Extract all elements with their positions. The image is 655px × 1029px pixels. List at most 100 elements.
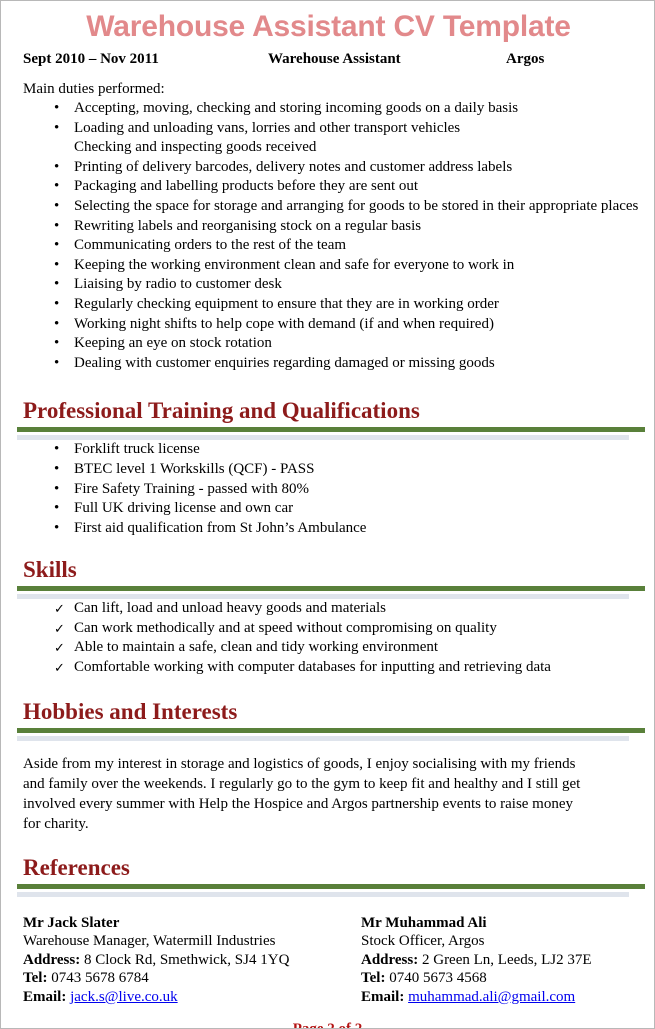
reference-entry: Mr Jack Slater Warehouse Manager, Waterm…	[23, 914, 361, 1007]
divider-grey-rule	[17, 891, 629, 897]
bullet-dot-icon	[54, 275, 59, 295]
bullet-dot-icon	[54, 460, 59, 480]
page-content: Warehouse Assistant CV Template Sept 201…	[1, 10, 654, 1028]
email-label: Email:	[361, 988, 405, 1005]
reference-role: Stock Officer, Argos	[361, 933, 485, 950]
bullet-dot-icon	[54, 480, 59, 500]
list-item: Packaging and labelling products before …	[23, 177, 642, 197]
cv-page: Warehouse Assistant CV Template Sept 201…	[0, 0, 655, 1029]
checkmark-icon	[54, 658, 65, 679]
list-item-text: Packaging and labelling products before …	[74, 178, 419, 195]
list-item-text: Able to maintain a safe, clean and tidy …	[74, 639, 439, 656]
list-item-text: Full UK driving license and own car	[74, 500, 294, 517]
bullet-dot-icon	[54, 119, 59, 139]
hobbies-paragraph: Aside from my interest in storage and lo…	[23, 755, 581, 832]
checkmark-icon	[54, 599, 65, 620]
reference-email-link[interactable]: muhammad.ali@gmail.com	[408, 989, 575, 1005]
list-item: Accepting, moving, checking and storing …	[23, 99, 642, 119]
section-professional-training: Professional Training and Qualifications…	[17, 397, 645, 538]
bullet-dot-icon	[54, 158, 59, 178]
experience-header-row: Sept 2010 – Nov 2011 Warehouse Assistant…	[23, 50, 642, 69]
list-item: Dealing with customer enquiries regardin…	[23, 354, 642, 374]
section-skills: Skills Can lift, load and unload heavy g…	[17, 556, 645, 677]
section-heading: Skills	[23, 557, 77, 583]
bullet-dot-icon	[54, 236, 59, 256]
list-item-text: Keeping the working environment clean an…	[74, 256, 515, 273]
bullet-dot-icon	[54, 197, 59, 217]
list-item: Keeping the working environment clean an…	[23, 256, 642, 276]
references-grid: Mr Jack Slater Warehouse Manager, Waterm…	[23, 914, 642, 1007]
list-item: Working night shifts to help cope with d…	[23, 315, 642, 335]
list-item: Liaising by radio to customer desk	[23, 275, 642, 295]
list-item-text: Can lift, load and unload heavy goods an…	[74, 600, 387, 617]
list-item: Can work methodically and at speed witho…	[23, 619, 642, 639]
page-footer: Page 2 of 2	[23, 1020, 642, 1028]
list-item: Communicating orders to the rest of the …	[23, 236, 642, 256]
checkmark-icon	[54, 638, 65, 659]
list-item: Full UK driving license and own car	[23, 499, 642, 519]
list-item: First aid qualification from St John’s A…	[23, 519, 642, 539]
list-item-text: Selecting the space for storage and arra…	[74, 197, 639, 214]
list-item-text: Accepting, moving, checking and storing …	[74, 100, 519, 116]
list-item: Rewriting labels and reorganising stock …	[23, 217, 642, 237]
list-item-text: Liaising by radio to customer desk	[74, 276, 282, 293]
bullet-dot-icon	[54, 295, 59, 315]
tel-label: Tel:	[23, 970, 48, 987]
list-item-text: Can work methodically and at speed witho…	[74, 619, 497, 636]
address-label: Address:	[23, 951, 81, 968]
reference-name: Mr Muhammad Ali	[361, 914, 487, 931]
list-item-text: Fire Safety Training - passed with 80%	[74, 480, 309, 497]
section-heading: References	[23, 854, 130, 880]
list-item: Loading and unloading vans, lorries and …	[23, 119, 642, 158]
list-item: BTEC level 1 Workskills (QCF) - PASS	[23, 460, 642, 480]
list-item-text: Printing of delivery barcodes, delivery …	[74, 158, 513, 175]
bullet-dot-icon	[54, 354, 59, 374]
divider-green-rule	[17, 586, 645, 592]
checkmark-icon	[54, 619, 65, 640]
list-item-text: First aid qualification from St John’s A…	[74, 519, 367, 536]
section-references: References Mr Jack Slater Warehouse Mana…	[17, 854, 645, 1007]
bullet-dot-icon	[54, 99, 59, 119]
duties-list: Accepting, moving, checking and storing …	[23, 99, 642, 373]
list-item: Able to maintain a safe, clean and tidy …	[23, 638, 642, 658]
skills-list: Can lift, load and unload heavy goods an…	[23, 599, 642, 677]
list-item-text: Loading and unloading vans, lorries and …	[74, 119, 461, 136]
experience-dates: Sept 2010 – Nov 2011	[23, 51, 159, 67]
list-item-text: BTEC level 1 Workskills (QCF) - PASS	[74, 460, 315, 477]
list-item: Selecting the space for storage and arra…	[23, 197, 642, 217]
section-divider	[17, 427, 645, 441]
bullet-dot-icon	[54, 499, 59, 519]
bullet-dot-icon	[54, 217, 59, 237]
reference-tel-line: Tel: 0740 5673 4568	[361, 969, 592, 988]
divider-green-rule	[17, 727, 645, 733]
reference-entry: Mr Muhammad Ali Stock Officer, Argos Add…	[361, 914, 592, 1007]
bullet-dot-icon	[54, 334, 59, 354]
reference-role: Warehouse Manager, Watermill Industries	[23, 933, 276, 950]
list-item-text: Keeping an eye on stock rotation	[74, 335, 272, 352]
section-heading: Hobbies and Interests	[23, 698, 238, 724]
address-label: Address:	[361, 951, 419, 968]
reference-email-link[interactable]: jack.s@live.co.uk	[70, 989, 178, 1005]
list-item: Forklift truck license	[23, 440, 642, 460]
page-title: Warehouse Assistant CV Template	[86, 10, 571, 43]
qualifications-list: Forklift truck license BTEC level 1 Work…	[23, 440, 642, 538]
bullet-dot-icon	[54, 315, 59, 335]
list-item: Regularly checking equipment to ensure t…	[23, 295, 642, 315]
reference-address-line: Address: 2 Green Ln, Leeds, LJ2 37E	[361, 951, 592, 970]
list-item: Can lift, load and unload heavy goods an…	[23, 599, 642, 619]
bullet-dot-icon	[54, 519, 59, 539]
reference-address: 2 Green Ln, Leeds, LJ2 37E	[421, 951, 592, 968]
section-divider	[17, 727, 645, 741]
list-item: Printing of delivery barcodes, delivery …	[23, 158, 642, 178]
reference-tel: 0740 5673 4568	[389, 970, 487, 987]
experience-job-title: Warehouse Assistant	[268, 51, 401, 67]
reference-tel: 0743 5678 6784	[51, 970, 149, 987]
section-heading: Professional Training and Qualifications	[23, 398, 420, 424]
bullet-dot-icon	[54, 256, 59, 276]
email-label: Email:	[23, 988, 67, 1005]
list-item-text: Forklift truck license	[74, 441, 200, 458]
divider-green-rule	[17, 427, 645, 433]
list-item-text: Dealing with customer enquiries regardin…	[74, 354, 495, 371]
bullet-dot-icon	[54, 440, 59, 460]
reference-tel-line: Tel: 0743 5678 6784	[23, 969, 361, 988]
